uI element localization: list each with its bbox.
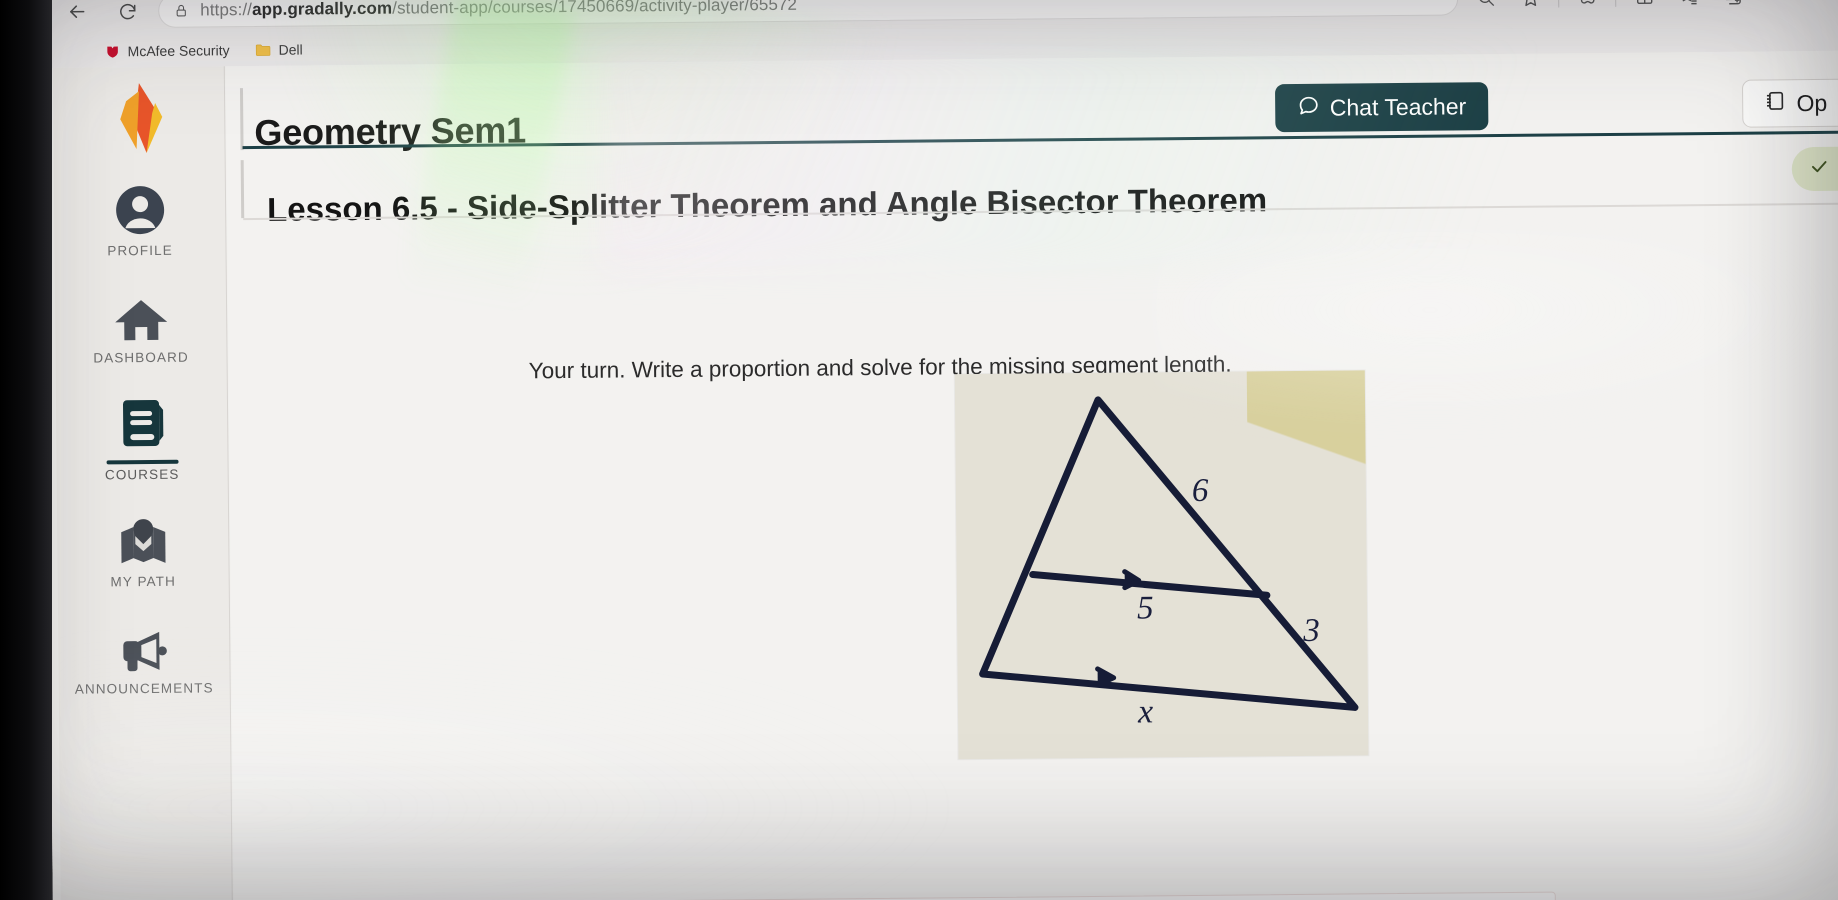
url-path: /student-app/courses/17450669/activity-p… — [392, 0, 798, 18]
toolbar-divider-2 — [1615, 0, 1617, 7]
sidebar-item-announcements[interactable]: ANNOUNCEMENTS — [58, 616, 231, 697]
bookmark-label: Dell — [278, 41, 303, 58]
sidebar-item-dashboard[interactable]: DASHBOARD — [54, 285, 227, 366]
triangle-figure-image: 6 5 3 x — [954, 370, 1369, 760]
folder-icon — [255, 42, 271, 57]
chat-teacher-label: Chat Teacher — [1329, 92, 1467, 121]
copilot-icon[interactable] — [1565, 0, 1609, 14]
notebook-icon — [1763, 89, 1786, 118]
url-prefix: https:// — [200, 0, 253, 20]
url-domain: app.gradally.com — [251, 0, 393, 20]
activity-player: Geometry Sem1 Chat Teacher Op Lesson 6.5… — [225, 50, 1838, 900]
sidebar-item-label: MY PATH — [110, 573, 177, 590]
sidebar-item-label: DASHBOARD — [93, 349, 189, 366]
triangle-drawing: 6 5 3 x — [979, 396, 1359, 731]
chat-bubble-icon — [1297, 93, 1320, 122]
zoom-icon[interactable] — [1464, 0, 1508, 15]
user-circle-icon — [112, 179, 167, 238]
browser-toolbar-icons — [1464, 0, 1754, 15]
toolbar-divider — [1558, 0, 1560, 8]
status-badge: D — [1791, 146, 1838, 192]
active-indicator — [106, 459, 179, 465]
monitor-bezel-left — [0, 0, 52, 900]
favorite-star-icon[interactable] — [1508, 0, 1552, 15]
bookmark-dell[interactable]: Dell — [255, 41, 303, 58]
screen-surface: https://app.gradally.com/student-app/cou… — [44, 0, 1838, 900]
gradally-flame-logo[interactable] — [101, 79, 176, 158]
megaphone-icon — [115, 617, 174, 676]
mcafee-shield-icon — [105, 44, 120, 59]
lesson-left-rule — [240, 160, 245, 219]
sidebar-item-courses[interactable]: COURSES — [55, 392, 228, 483]
favorites-list-icon[interactable] — [1666, 0, 1710, 13]
collections-icon[interactable] — [1710, 0, 1754, 13]
sidebar-item-label: COURSES — [104, 466, 180, 483]
book-icon — [116, 393, 167, 451]
sidebar-item-label: PROFILE — [107, 242, 173, 259]
open-notebook-label: Op — [1796, 89, 1828, 116]
figure-label-6: 6 — [1192, 473, 1209, 509]
lock-icon — [173, 3, 188, 18]
app-viewport: PROFILE DASHBOARD COURSES MY PATH ANNOUN… — [44, 50, 1838, 900]
figure-label-5: 5 — [1137, 590, 1154, 626]
sidebar-item-my-path[interactable]: MY PATH — [57, 509, 230, 590]
check-icon — [1810, 156, 1829, 181]
url-text: https://app.gradally.com/student-app/cou… — [200, 0, 797, 21]
figure-label-3: 3 — [1302, 613, 1320, 649]
chat-teacher-button[interactable]: Chat Teacher — [1274, 82, 1489, 133]
map-pin-icon — [115, 510, 172, 569]
bookmark-label: McAfee Security — [127, 42, 230, 60]
open-notebook-button[interactable]: Op — [1742, 78, 1838, 128]
app-sidebar: PROFILE DASHBOARD COURSES MY PATH ANNOUN… — [52, 66, 233, 900]
header-left-rule — [239, 88, 244, 151]
monitor-photo: https://app.gradally.com/student-app/cou… — [0, 0, 1838, 900]
figure-label-x: x — [1137, 693, 1153, 730]
back-arrow-icon[interactable] — [60, 0, 94, 29]
home-icon — [112, 286, 169, 345]
reload-icon[interactable] — [110, 0, 144, 28]
sidebar-item-label: ANNOUNCEMENTS — [74, 680, 214, 697]
split-screen-icon[interactable] — [1622, 0, 1666, 14]
sidebar-item-profile[interactable]: PROFILE — [53, 178, 226, 259]
answer-card[interactable]: Find x. — [533, 891, 1557, 900]
lesson-title: Lesson 6.5 - Side-Splitter Theorem and A… — [266, 181, 1268, 229]
lesson-header: Lesson 6.5 - Side-Splitter Theorem and A… — [240, 146, 1838, 230]
course-header: Geometry Sem1 Chat Teacher Op — [239, 65, 1838, 158]
bookmark-mcafee-security[interactable]: McAfee Security — [105, 42, 230, 59]
